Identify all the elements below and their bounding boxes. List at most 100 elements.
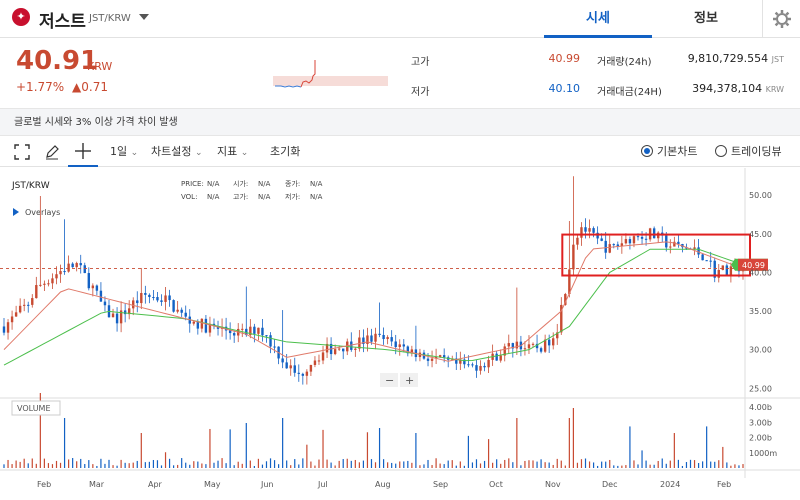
- zoom-in-label[interactable]: +: [405, 374, 414, 387]
- candle-body: [386, 337, 389, 340]
- coin-dropdown-icon[interactable]: [139, 14, 149, 20]
- volume-bar: [447, 460, 449, 468]
- candle-body: [309, 364, 313, 372]
- x-tick-label: Apr: [148, 480, 163, 489]
- volume-bar: [435, 458, 437, 468]
- volume-bar: [427, 459, 429, 468]
- volume-bar: [710, 461, 712, 468]
- volume-bar: [237, 461, 239, 468]
- basic-chart-label[interactable]: 기본차트: [657, 137, 697, 167]
- high-label: 고가: [411, 57, 430, 68]
- candle-body: [527, 344, 531, 349]
- candle-body: [584, 227, 587, 232]
- volume-bar: [213, 462, 215, 468]
- candle-body: [394, 341, 397, 348]
- exchange-panel: ✦ 저스트 JST/KRW 시세 정보 40.91 KRW +1.77% ▲0.…: [0, 0, 800, 500]
- candle-body: [184, 312, 187, 317]
- candle-body: [51, 278, 54, 284]
- zoom-out-label[interactable]: −: [385, 374, 394, 387]
- y-tick-label: 50.00: [749, 191, 772, 200]
- candle-body: [725, 265, 729, 275]
- chart-settings-select[interactable]: 차트설정 ⌄: [151, 137, 203, 167]
- candle-body: [588, 228, 591, 232]
- candle-body: [652, 228, 656, 239]
- volume-bar: [160, 465, 163, 468]
- volume-bar: [718, 460, 720, 468]
- volume-bar: [580, 459, 583, 468]
- volume-bar: [168, 458, 171, 468]
- candle-body: [370, 335, 373, 342]
- volume-bar: [730, 465, 732, 468]
- volume-bar: [261, 464, 264, 468]
- volume-bar: [201, 463, 203, 468]
- volume-bar: [431, 465, 433, 468]
- volume-bar: [346, 458, 348, 468]
- price-chart[interactable]: JST/KRW Overlays PRICE: N/A 시가: N/A 종가: …: [0, 168, 800, 500]
- candle-body: [374, 333, 377, 342]
- volume-bar: [508, 458, 510, 468]
- volume-bar: [273, 460, 276, 468]
- volume-bar: [637, 464, 639, 468]
- candle-body: [705, 260, 708, 262]
- candle-body: [140, 292, 143, 304]
- volume-bar: [487, 439, 490, 468]
- volume-bar: [702, 461, 704, 468]
- tradingview-radio[interactable]: [715, 145, 727, 157]
- legend-price-value: N/A: [207, 180, 220, 188]
- candle-body: [487, 359, 490, 368]
- candle-body: [31, 298, 34, 305]
- tab-price[interactable]: 시세: [544, 0, 652, 38]
- overlays-label[interactable]: Overlays: [25, 208, 60, 217]
- reset-button[interactable]: 초기화: [270, 137, 300, 167]
- volume-bar: [314, 465, 316, 468]
- volume-title: VOLUME: [17, 404, 51, 413]
- candle-body: [479, 365, 482, 371]
- volume-bar: [552, 464, 554, 468]
- legend-open-value: N/A: [258, 180, 271, 188]
- turnover-number: 394,378,104: [692, 82, 763, 95]
- candle-body: [152, 297, 155, 299]
- volume-bar: [63, 418, 66, 468]
- volume-bar: [492, 462, 494, 468]
- volume-bar: [403, 461, 405, 468]
- candle-body: [168, 295, 171, 301]
- candle-body: [228, 330, 232, 334]
- volume-bar: [544, 462, 546, 468]
- candle-body: [301, 373, 305, 376]
- interval-select[interactable]: 1일 ⌄: [110, 137, 138, 167]
- candle-body: [39, 284, 42, 286]
- volume-bar: [51, 464, 54, 468]
- fullscreen-icon[interactable]: [14, 144, 30, 160]
- volume-bar: [225, 463, 227, 468]
- indicators-select[interactable]: 지표 ⌄: [217, 137, 248, 167]
- candle-body: [293, 365, 296, 373]
- volume-bar: [278, 464, 280, 468]
- pencil-icon[interactable]: [44, 144, 60, 160]
- candle-body: [148, 294, 151, 298]
- candle-body: [95, 285, 99, 291]
- volume-bar: [217, 460, 219, 468]
- tradingview-label[interactable]: 트레이딩뷰: [731, 137, 782, 167]
- tab-info[interactable]: 정보: [652, 0, 760, 38]
- volume-bar: [112, 465, 114, 468]
- volume-bar: [439, 463, 441, 468]
- volume-bar: [532, 460, 534, 468]
- candle-body: [398, 344, 401, 348]
- volume-bar: [653, 464, 655, 468]
- volume-bar: [72, 458, 74, 468]
- basic-chart-radio[interactable]: [641, 145, 653, 157]
- settings-button[interactable]: [762, 0, 800, 38]
- candle-body: [677, 241, 680, 244]
- change-amount: ▲0.71: [72, 80, 108, 94]
- coin-name: 저스트: [39, 12, 86, 32]
- candle-body: [136, 300, 139, 304]
- x-tick-label: Feb: [717, 480, 731, 489]
- crosshair-button[interactable]: [68, 137, 98, 167]
- volume-bar: [269, 458, 272, 468]
- volume-bar: [59, 462, 62, 468]
- candle-body: [83, 265, 86, 274]
- candle-body: [200, 318, 204, 329]
- candle-body: [608, 244, 611, 253]
- volume-bar: [738, 465, 740, 468]
- candle-body: [321, 352, 325, 361]
